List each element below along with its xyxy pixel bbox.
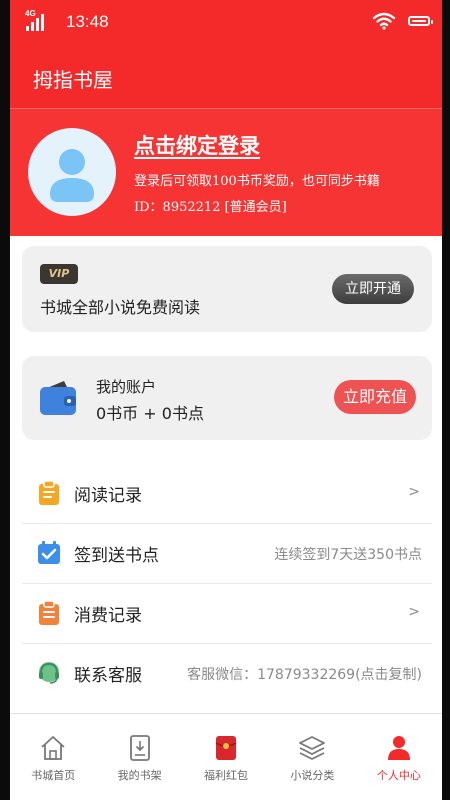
tab-red-envelope[interactable]: 福利红包 xyxy=(183,714,269,800)
tab-label: 福利红包 xyxy=(204,769,249,782)
status-bar: 4G 13:48 xyxy=(10,0,442,40)
recharge-button[interactable]: 立即充值 xyxy=(334,380,416,414)
wallet-icon xyxy=(40,381,76,415)
device-frame-left xyxy=(0,0,10,800)
app-title: 拇指书屋 xyxy=(33,68,113,92)
signal-icon xyxy=(26,14,44,31)
red-envelope-icon xyxy=(215,736,237,760)
tab-label: 小说分类 xyxy=(290,769,335,782)
vip-description: 书城全部小说免费阅读 xyxy=(40,298,201,317)
user-id: ID：8952212 [普通会员] xyxy=(134,200,287,215)
service-wechat[interactable]: 客服微信：17879332269(点击复制) xyxy=(187,664,422,684)
bottom-tab-bar: 书城首页 我的书架 福利红包 小说分类 个人中心 xyxy=(10,713,442,800)
vip-card[interactable]: VIP 书城全部小说免费阅读 立即开通 xyxy=(22,246,432,332)
user-icon xyxy=(387,736,410,760)
receipt-icon xyxy=(39,600,59,625)
chevron-right-icon: > xyxy=(408,604,420,620)
avatar[interactable] xyxy=(28,128,116,216)
layers-icon xyxy=(299,736,326,760)
title-bar: 拇指书屋 xyxy=(10,40,442,109)
menu-item-purchase-history[interactable]: 消费记录 > xyxy=(22,584,432,644)
vip-activate-button[interactable]: 立即开通 xyxy=(332,274,414,304)
chevron-right-icon: > xyxy=(408,484,420,500)
bookshelf-icon xyxy=(129,735,150,761)
menu-label: 阅读记录 xyxy=(74,486,142,506)
tab-categories[interactable]: 小说分类 xyxy=(269,714,355,800)
login-description: 登录后可领取100书币奖励，也可同步书籍 xyxy=(134,174,380,189)
menu-label: 消费记录 xyxy=(74,606,142,626)
tab-bookshelf[interactable]: 我的书架 xyxy=(96,714,182,800)
menu-label: 签到送书点 xyxy=(74,546,159,566)
tab-label: 书城首页 xyxy=(31,769,76,782)
menu-label: 联系客服 xyxy=(74,666,142,686)
account-balance: 0书币 + 0书点 xyxy=(96,404,204,423)
vip-badge: VIP xyxy=(40,264,78,284)
device-frame-right xyxy=(442,0,450,800)
wifi-icon xyxy=(372,12,396,30)
menu-list: 阅读记录 > 签到送书点 连续签到7天送350书点 消费记录 > 联系客服 客服… xyxy=(22,464,432,703)
calendar-check-icon xyxy=(38,541,60,564)
menu-item-reading-history[interactable]: 阅读记录 > xyxy=(22,464,432,524)
account-label: 我的账户 xyxy=(96,378,157,396)
home-icon xyxy=(41,736,65,760)
account-card[interactable]: 我的账户 0书币 + 0书点 立即充值 xyxy=(22,356,432,440)
battery-icon xyxy=(408,16,433,26)
menu-item-check-in[interactable]: 签到送书点 连续签到7天送350书点 xyxy=(22,524,432,584)
profile-header: 4G 13:48 拇指书屋 点击绑定登录 登录后可领取100书币奖励，也可同步书… xyxy=(10,0,442,236)
login-link[interactable]: 点击绑定登录 xyxy=(134,130,260,160)
tab-label: 个人中心 xyxy=(376,769,421,782)
clock: 13:48 xyxy=(66,12,109,31)
headset-icon xyxy=(39,662,59,684)
tab-home[interactable]: 书城首页 xyxy=(10,714,96,800)
tab-label: 我的书架 xyxy=(117,769,162,782)
app-screen: 4G 13:48 拇指书屋 点击绑定登录 登录后可领取100书币奖励，也可同步书… xyxy=(10,0,442,800)
user-avatar-icon xyxy=(50,149,94,202)
check-in-hint: 连续签到7天送350书点 xyxy=(274,547,422,563)
clipboard-icon xyxy=(39,480,59,505)
tab-profile[interactable]: 个人中心 xyxy=(356,714,442,800)
menu-item-customer-service[interactable]: 联系客服 客服微信：17879332269(点击复制) xyxy=(22,644,432,703)
